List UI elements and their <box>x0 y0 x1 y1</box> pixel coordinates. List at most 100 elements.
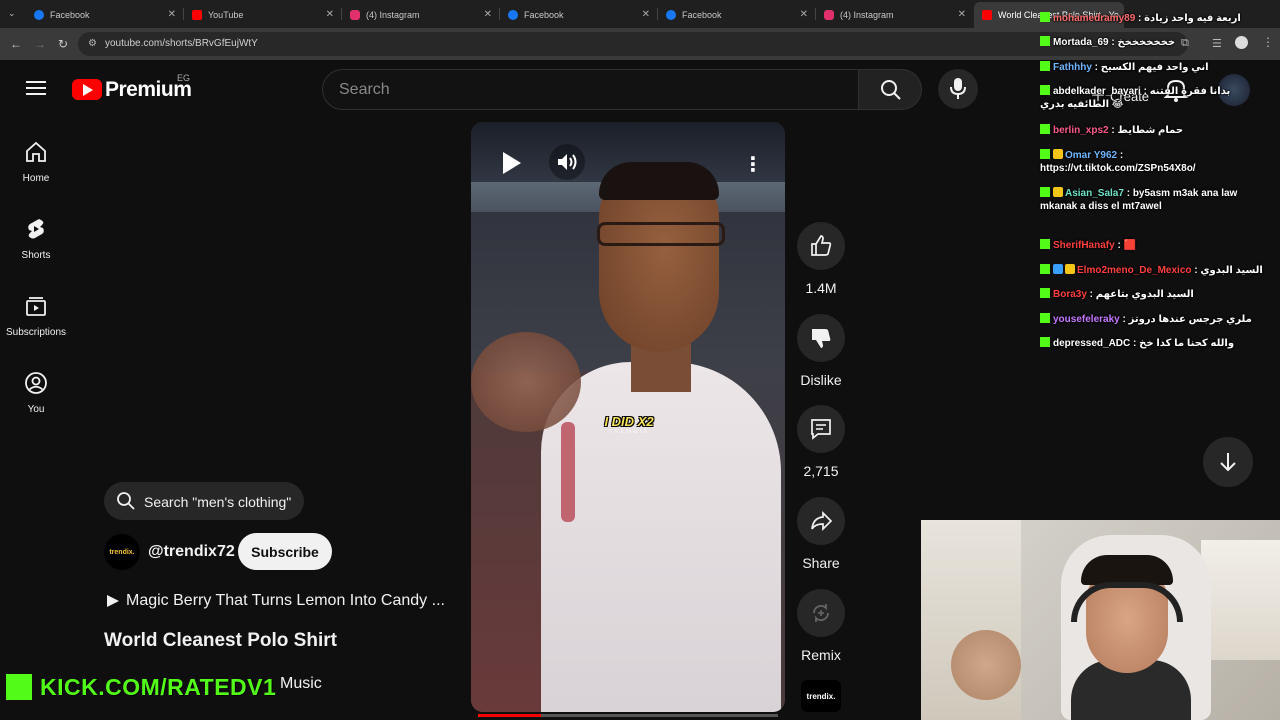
volume-button[interactable] <box>549 144 585 180</box>
play-icon[interactable] <box>501 150 523 176</box>
stream-chat-overlay: mohamedramy89 : اربعة فيه واحد زيادة Mor… <box>1032 0 1280 360</box>
browser-tab[interactable]: Facebook ✕ <box>658 2 814 28</box>
sidebar-item-label: Shorts <box>21 250 51 261</box>
crown-badge-icon <box>1053 187 1063 197</box>
search-icon <box>117 492 135 510</box>
url-text: youtube.com/shorts/BRvGfEujWtY <box>105 38 258 49</box>
volume-icon <box>558 154 577 170</box>
youtube-logo-play <box>83 84 93 96</box>
channel-avatar[interactable]: trendix. <box>104 534 140 570</box>
video-progress-bar[interactable] <box>478 714 778 717</box>
person-hand-blur <box>471 332 581 432</box>
chat-message: SherifHanafy : 🟥 <box>1040 239 1272 252</box>
channel-name[interactable]: @trendix72 <box>148 543 235 561</box>
chat-text: والله كحنا ما كدا خخ <box>1139 338 1235 349</box>
share-arrow-icon <box>811 510 833 532</box>
search-button[interactable] <box>858 69 922 110</box>
voice-search-button[interactable] <box>938 69 978 109</box>
sidebar-item-label: Home <box>22 173 50 184</box>
chat-text: السيد البدوي <box>1200 265 1263 276</box>
subscriptions-icon <box>26 297 46 316</box>
chat-username: Asian_Sala7 <box>1065 188 1124 199</box>
sidebar-item-label: Subscriptions <box>5 327 67 338</box>
kick-badge-icon <box>1040 124 1050 134</box>
thumbs-up-icon <box>811 235 832 256</box>
like-button[interactable]: 1.4M <box>797 222 845 296</box>
dislike-button[interactable]: Dislike <box>797 314 845 388</box>
search-suggestion-text: Search "men's clothing" <box>144 494 292 510</box>
chat-message: mohamedramy89 : اربعة فيه واحد زيادة <box>1040 12 1272 25</box>
search-placeholder: Search <box>339 81 390 98</box>
webcam-hand <box>951 630 1021 700</box>
sidebar-item-home[interactable]: Home <box>0 140 72 184</box>
dislike-circle <box>797 314 845 362</box>
chat-text: https://vt.tiktok.com/ZSPn54X8o/ <box>1040 163 1196 174</box>
browser-tab[interactable]: Facebook ✕ <box>500 2 656 28</box>
play-icon <box>107 595 119 607</box>
search-suggestion-chip[interactable]: Search "men's clothing" <box>104 482 304 520</box>
facebook-icon <box>508 10 518 20</box>
kick-badge-icon <box>1040 61 1050 71</box>
close-tab-icon[interactable]: ✕ <box>326 9 334 20</box>
kick-badge-icon <box>1040 36 1050 46</box>
share-button[interactable]: Share <box>797 497 845 571</box>
kick-badge-icon <box>1040 85 1050 95</box>
close-tab-icon[interactable]: ✕ <box>800 9 808 20</box>
search-input[interactable] <box>322 69 858 110</box>
sound-avatar[interactable]: trendix. <box>801 680 841 712</box>
sidebar-item-you[interactable]: You <box>0 371 72 415</box>
share-label: Share <box>802 555 840 571</box>
home-icon <box>26 141 46 162</box>
chat-text: ملري جرجس عندها دروتز <box>1128 314 1252 325</box>
chat-message: Elmo2meno_De_Mexico : السيد البدوي <box>1040 264 1272 277</box>
chat-message: Bora3y : السيد البدوي بتاعهم <box>1040 288 1272 301</box>
shorts-video-player[interactable]: ⋮ I DID X2 TRENDIX <box>471 122 785 712</box>
shorts-icon <box>28 219 44 239</box>
chat-username: Mortada_69 <box>1053 37 1109 48</box>
remix-circle <box>797 589 845 637</box>
chat-username: berlin_xps2 <box>1053 125 1109 136</box>
remix-button[interactable]: Remix <box>797 589 845 663</box>
close-tab-icon[interactable]: ✕ <box>168 9 176 20</box>
browser-tab[interactable]: (4) Instagram ✕ <box>816 2 972 28</box>
person-glasses <box>597 222 725 246</box>
music-label[interactable]: Music <box>280 675 322 693</box>
close-tab-icon[interactable]: ✕ <box>642 9 650 20</box>
kick-badge-icon <box>1040 239 1050 249</box>
kick-badge-icon <box>1040 337 1050 347</box>
chat-username: Elmo2meno_De_Mexico <box>1077 265 1192 276</box>
chat-text: حمام شطايط <box>1117 125 1184 136</box>
chat-text: اربعة فيه واحد زيادة <box>1144 13 1241 24</box>
close-tab-icon[interactable]: ✕ <box>484 9 492 20</box>
site-info-icon[interactable]: ⚙ <box>88 38 97 49</box>
chat-text: خخخخخخخخ <box>1117 37 1176 48</box>
next-video-button[interactable] <box>1203 437 1253 487</box>
reload-icon[interactable]: ↻ <box>58 37 68 51</box>
browser-tab[interactable]: YouTube ✕ <box>184 2 340 28</box>
sidebar-item-label: You <box>27 404 45 415</box>
sidebar-item-shorts[interactable]: Shorts <box>0 217 72 261</box>
browser-tab[interactable]: (4) Instagram ✕ <box>342 2 498 28</box>
chat-username: Bora3y <box>1053 289 1087 300</box>
chat-message: Asian_Sala7 : by5asm m3ak ana law mkanak… <box>1040 187 1238 212</box>
more-options-icon[interactable]: ⋮ <box>743 152 763 177</box>
chat-text: اني واحد فيهم الكسيح <box>1100 62 1209 73</box>
chat-message: Fathhhy : اني واحد فيهم الكسيح <box>1040 61 1272 74</box>
country-code: EG <box>177 73 191 83</box>
caption-brand: TRENDIX <box>608 429 650 435</box>
chat-text: 🟥 <box>1123 240 1137 251</box>
tab-title: Facebook <box>682 10 722 20</box>
forward-arrow-icon[interactable]: → <box>34 37 46 51</box>
browser-tab[interactable]: Facebook ✕ <box>26 2 182 28</box>
menu-hamburger-icon[interactable] <box>26 77 46 99</box>
back-arrow-icon[interactable]: ← <box>10 37 22 51</box>
comments-button[interactable]: 2,715 <box>797 405 845 479</box>
streamer-webcam <box>921 520 1280 720</box>
kick-logo-icon <box>6 674 32 700</box>
kick-watermark-text: KICK.COM/RATEDV1 <box>40 673 277 700</box>
close-tab-icon[interactable]: ✕ <box>958 9 966 20</box>
tab-list-chevron-icon[interactable]: ⌄ <box>8 8 16 19</box>
subscribe-button[interactable]: Subscribe <box>238 533 332 570</box>
sidebar-item-subscriptions[interactable]: Subscriptions <box>0 294 72 338</box>
tab-title: YouTube <box>208 10 244 20</box>
